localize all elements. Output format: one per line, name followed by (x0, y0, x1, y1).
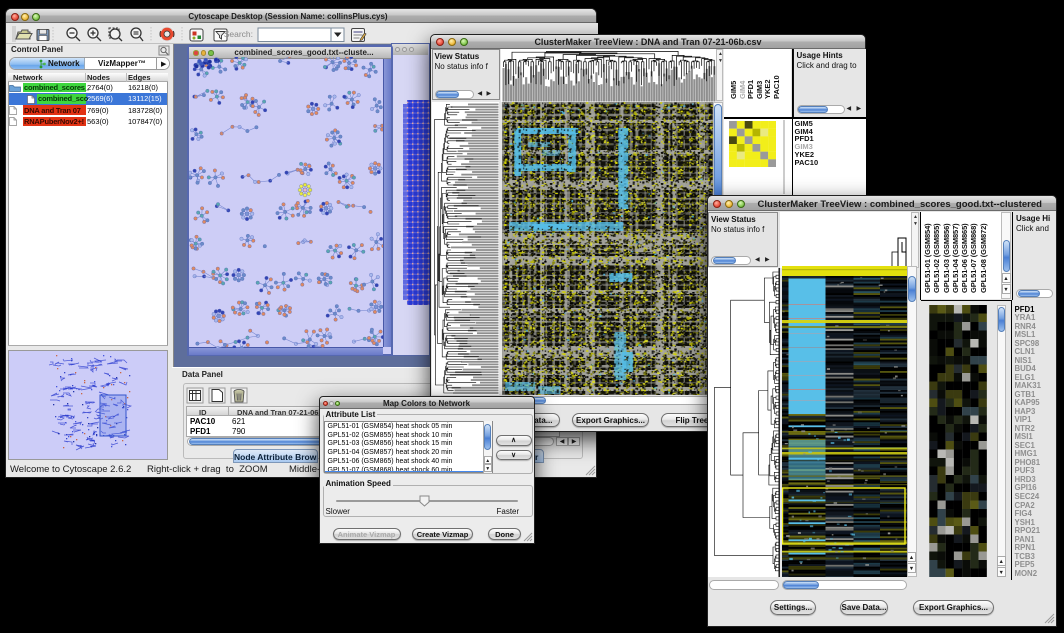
svg-text:Search:: Search: (224, 29, 253, 39)
